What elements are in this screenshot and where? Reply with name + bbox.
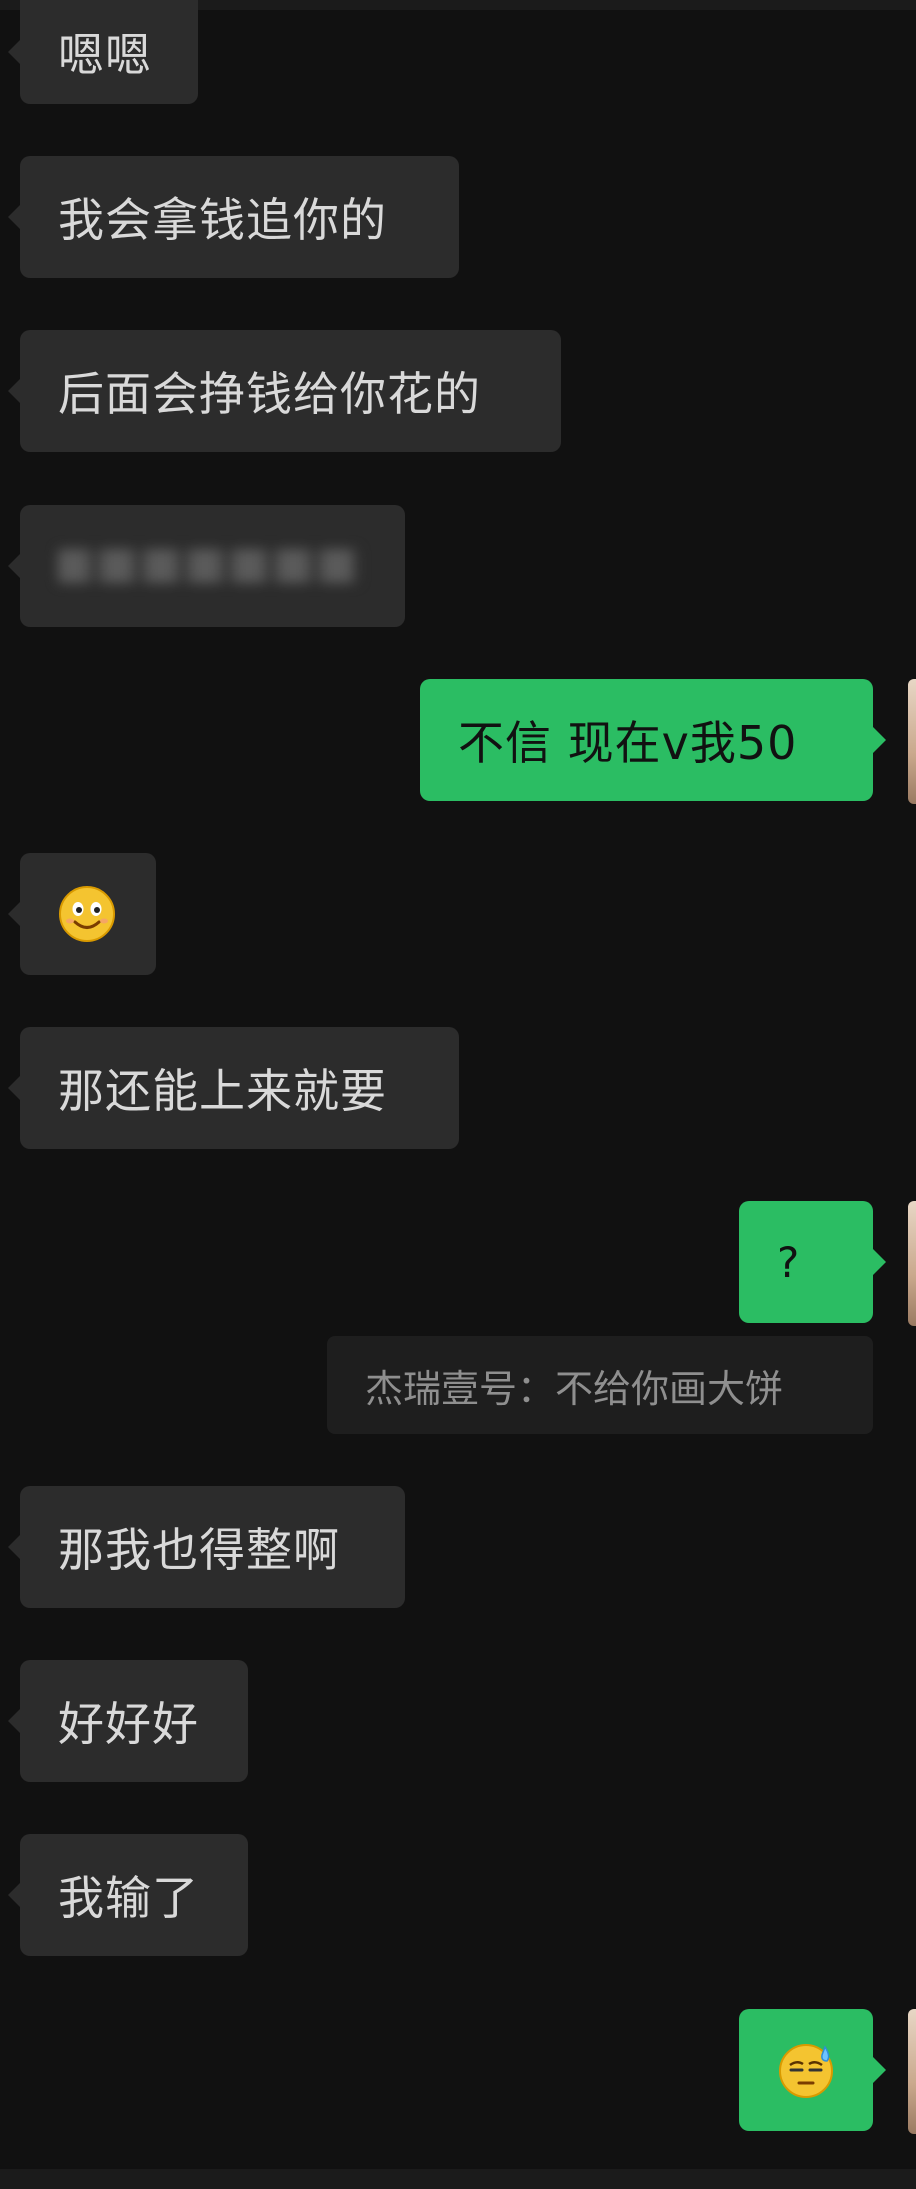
blurred-message-text: [58, 549, 358, 583]
incoming-message-bubble[interactable]: 我会拿钱追你的: [8, 156, 459, 278]
incoming-message-bubble[interactable]: 那我也得整啊: [8, 1486, 405, 1608]
message-text: 那我也得整啊: [58, 1523, 340, 1577]
incoming-message-bubble-blurred[interactable]: [8, 505, 405, 627]
message-text: ?: [777, 1237, 801, 1287]
incoming-message-bubble[interactable]: 后面会挣钱给你花的: [8, 330, 561, 452]
my-avatar[interactable]: [908, 2009, 916, 2134]
incoming-message-bubble[interactable]: 好好好: [8, 1660, 248, 1782]
message-text: 不信 现在v我50: [458, 716, 798, 770]
smile-emoji-icon: [58, 885, 116, 943]
incoming-message-bubble[interactable]: [8, 853, 156, 975]
incoming-message-bubble[interactable]: 那还能上来就要: [8, 1027, 459, 1149]
message-text: 后面会挣钱给你花的: [58, 367, 481, 421]
message-text: 那还能上来就要: [58, 1064, 387, 1118]
message-text: 嗯嗯: [58, 28, 152, 82]
my-avatar[interactable]: [908, 679, 916, 804]
message-text: 好好好: [58, 1697, 199, 1751]
bottom-bar-edge: [0, 2169, 916, 2189]
chat-screen: 嗯嗯 我会拿钱追你的 后面会挣钱给你花的 不信 现在v我50 那还能上来就要 ?…: [0, 0, 916, 2189]
quoted-reply-text: 杰瑞壹号：不给你画大饼: [365, 1366, 784, 1411]
incoming-message-bubble[interactable]: 我输了: [8, 1834, 248, 1956]
outgoing-message-bubble[interactable]: [739, 2009, 886, 2131]
quoted-reply[interactable]: 杰瑞壹号：不给你画大饼: [327, 1336, 873, 1434]
message-text: 我输了: [58, 1871, 199, 1925]
my-avatar[interactable]: [908, 1201, 916, 1326]
message-text: 我会拿钱追你的: [58, 193, 387, 247]
outgoing-message-bubble[interactable]: 不信 现在v我50: [420, 679, 886, 801]
sweat-emoji-icon: [777, 2041, 835, 2099]
incoming-message-bubble[interactable]: 嗯嗯: [8, 0, 198, 104]
outgoing-message-bubble[interactable]: ?: [739, 1201, 886, 1323]
